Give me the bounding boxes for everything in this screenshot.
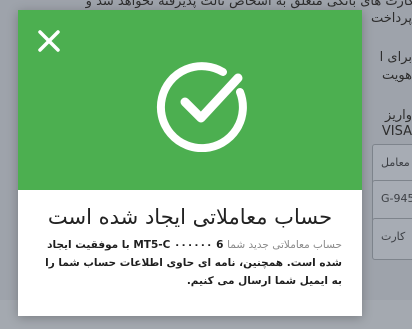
success-modal: حساب معاملاتی ایجاد شده است حساب معاملات…	[18, 10, 362, 316]
account-number: 6 ۰۰۰۰۰۰ MT5-C	[133, 239, 224, 251]
background-text-line: برای ا	[379, 50, 412, 65]
background-text-line: کارت های بانکی متعلق به اشخاص ثالث پذیرف…	[85, 0, 412, 9]
background-field: کارت	[372, 218, 412, 260]
background-field: G-9458	[372, 180, 412, 222]
check-circle-icon	[154, 54, 252, 153]
background-text-line: VISA	[381, 124, 412, 139]
modal-title: حساب معاملاتی ایجاد شده است	[47, 205, 333, 229]
message-lead: حساب معاملاتی جدید شما	[227, 239, 342, 251]
background-text-line: هویت	[382, 68, 412, 83]
background-field-label: کارت	[381, 230, 406, 243]
background-field-label: معامل	[381, 156, 410, 169]
background-text-line: پرداخت	[371, 11, 412, 26]
close-icon[interactable]	[36, 28, 62, 54]
modal-message: حساب معاملاتی جدید شما 6 ۰۰۰۰۰۰ MT5-C با…	[38, 236, 342, 290]
background-field-value: G-9458	[381, 192, 412, 205]
modal-header	[18, 10, 362, 190]
background-text-line: واریز	[385, 108, 412, 123]
